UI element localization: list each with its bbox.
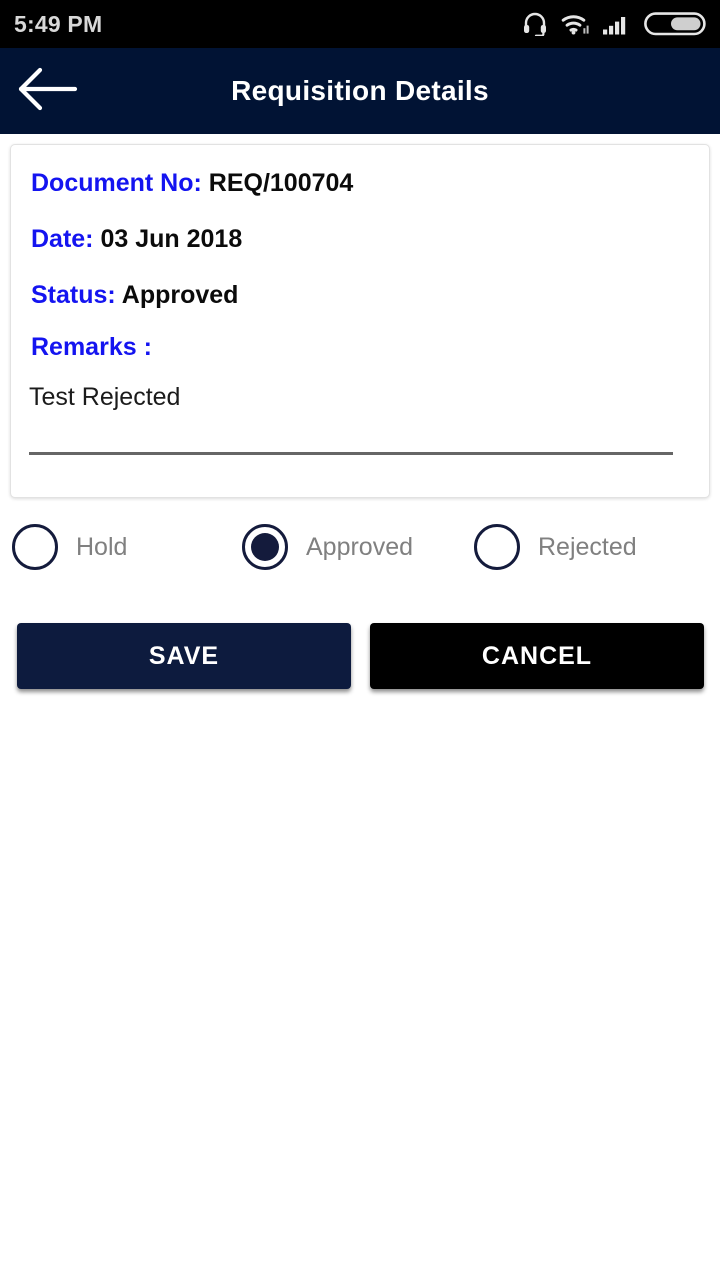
field-remarks-label: Remarks : [31,333,152,361]
radio-option-rejected[interactable]: Rejected [474,516,637,578]
status-bar-icons [522,11,706,37]
field-document-no: Document No: REQ/100704 [31,171,353,196]
remarks-input[interactable]: Test Rejected [29,385,180,410]
field-remarks: Remarks : [31,335,152,360]
remarks-underline [29,452,673,455]
field-document-no-value: REQ/100704 [208,169,354,197]
radio-label-hold: Hold [76,532,128,561]
save-button[interactable]: SAVE [17,623,351,689]
field-date-label: Date: [31,225,94,253]
wifi-icon [561,12,590,36]
status-bar-clock: 5:49 PM [14,10,103,37]
radio-mark-approved[interactable] [242,524,288,570]
field-status: Status: Approved [31,283,238,308]
cancel-button[interactable]: CANCEL [370,623,704,689]
radio-label-approved: Approved [306,532,414,561]
page-title: Requisition Details [231,75,489,106]
field-document-no-label: Document No: [31,169,202,197]
radio-option-approved[interactable]: Approved [242,516,413,578]
approval-status-radio-group: Hold Approved Rejected [0,516,720,578]
radio-mark-hold[interactable] [12,524,58,570]
radio-option-hold[interactable]: Hold [12,516,127,578]
field-status-label: Status: [31,281,116,309]
signal-icon [603,12,631,36]
app-bar: Requisition Details [0,48,720,134]
status-bar: 5:49 PM [0,0,720,48]
battery-icon [644,11,706,37]
field-date: Date: 03 Jun 2018 [31,227,242,252]
radio-label-rejected: Rejected [538,532,637,561]
requisition-details-card: Document No: REQ/100704 Date: 03 Jun 201… [10,144,710,498]
radio-mark-rejected[interactable] [474,524,520,570]
field-date-value: 03 Jun 2018 [100,225,243,253]
field-status-value: Approved [121,281,239,309]
headset-icon [522,12,548,36]
